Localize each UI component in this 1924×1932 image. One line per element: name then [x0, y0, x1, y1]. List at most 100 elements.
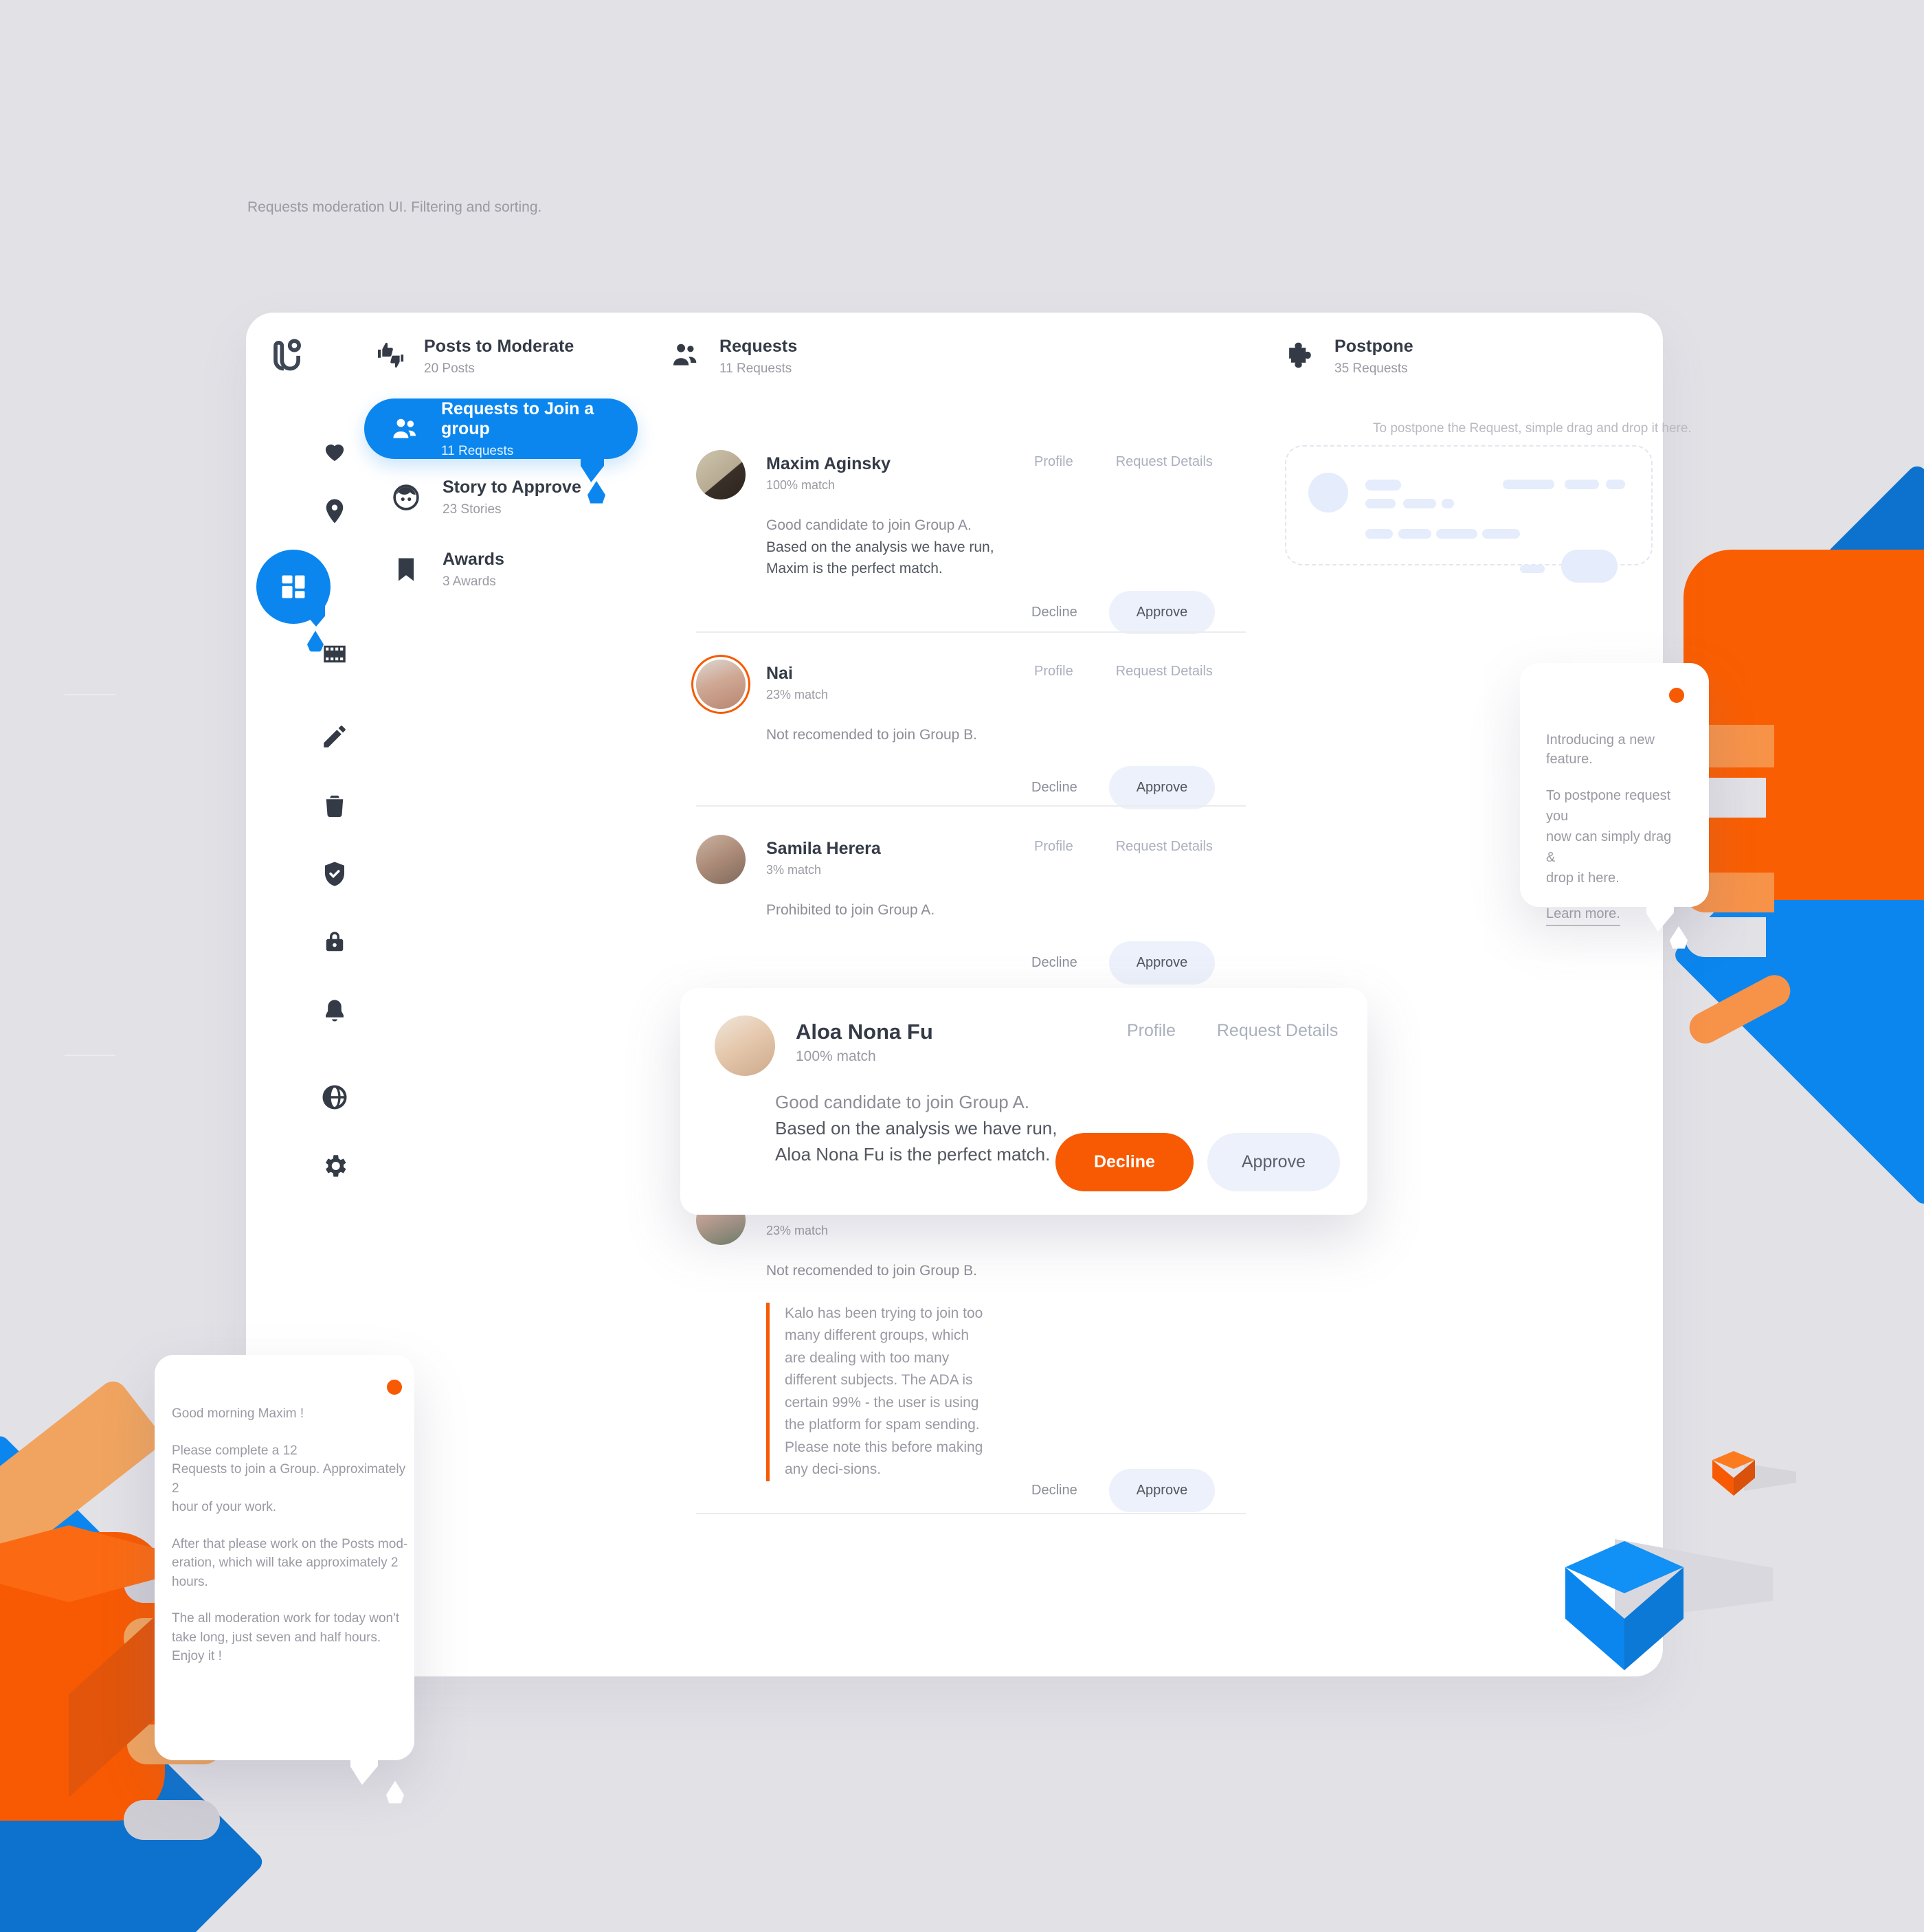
avatar: [696, 835, 746, 884]
pencil-icon: [320, 722, 349, 754]
approve-button[interactable]: Approve: [1108, 591, 1216, 634]
sidebar-item-awards[interactable]: Awards 3 Awards: [364, 550, 504, 589]
greeting-line: hour of your work.: [172, 1500, 277, 1515]
request-body: Not recomended to join Group B.: [766, 724, 1246, 746]
profile-link[interactable]: Profile: [1034, 839, 1073, 855]
request-details-link[interactable]: Request Details: [1116, 839, 1213, 855]
postpone-dropzone[interactable]: [1285, 445, 1653, 583]
greeting-line: Good morning Maxim !: [172, 1406, 304, 1421]
decline-button[interactable]: Decline: [1014, 592, 1095, 633]
people-logo-icon: [265, 337, 307, 383]
tooltip-body-line: To postpone request you: [1546, 788, 1671, 824]
lock-icon: [320, 928, 349, 961]
globe-icon: [320, 1083, 349, 1115]
sidebar-item-story-to-approve[interactable]: Story to Approve 23 Stories: [364, 478, 581, 517]
request-line: Good candidate to join Group A.: [766, 517, 972, 533]
request-line: Not recomended to join Group B.: [766, 727, 978, 743]
request-body: Good candidate to join Group A. Based on…: [775, 1090, 1057, 1168]
sidebar-item-language[interactable]: [246, 1079, 423, 1119]
request-line: Prohibited to join Group A.: [766, 902, 935, 918]
trash-icon: [320, 791, 349, 823]
request-match: 23% match: [766, 688, 829, 701]
sidebar-item-dashboard[interactable]: [256, 550, 331, 652]
greeting-line: Please complete a 12: [172, 1443, 298, 1458]
sidebar-item-requests-to-join[interactable]: Requests to Join a group 11 Requests: [364, 398, 638, 459]
tooltip-drop: [1670, 926, 1688, 949]
decor-finger-3: [1684, 969, 1796, 1049]
profile-link[interactable]: Profile: [1034, 664, 1073, 679]
request-match: 3% match: [766, 863, 822, 877]
profile-link[interactable]: Profile: [1034, 454, 1073, 470]
sidebar-item-delete[interactable]: [246, 787, 423, 827]
greeting-line: eration, which will take approximately 2: [172, 1555, 399, 1571]
decor-orange-hand-right-lower: [1697, 708, 1924, 900]
decline-button[interactable]: Decline: [1014, 943, 1095, 983]
request-name: Maxim Aginsky: [766, 454, 891, 473]
sidebar-item-edit[interactable]: [246, 718, 423, 758]
skeleton-line: [1520, 565, 1545, 573]
request-line: Not recomended to join Group B.: [766, 1263, 978, 1279]
decor-blue-diamond-right: [1671, 702, 1924, 1208]
greeting-line: The all moderation work for today won't: [172, 1611, 400, 1626]
bell-icon: [320, 997, 349, 1029]
decline-button[interactable]: Decline: [1014, 767, 1095, 808]
request-details-link[interactable]: Request Details: [1116, 454, 1213, 470]
sidebar-item-notifications[interactable]: [246, 993, 423, 1033]
nav-item-title: Requests to Join a group: [441, 398, 594, 438]
skeleton-line: [1442, 499, 1454, 508]
approve-button[interactable]: Approve: [1108, 941, 1216, 985]
skeleton-line: [1365, 480, 1401, 491]
skeleton-line: [1398, 529, 1431, 539]
request-details-link[interactable]: Request Details: [1116, 664, 1213, 679]
approve-button[interactable]: Approve: [1207, 1133, 1340, 1191]
greeting-line: hours.: [172, 1574, 208, 1589]
location-pin-icon: [320, 497, 349, 529]
approve-button[interactable]: Approve: [1108, 1469, 1216, 1512]
decor-orange-hand-left: [0, 1532, 165, 1821]
people-icon: [670, 339, 702, 371]
skeleton-line: [1403, 499, 1436, 508]
sidebar-item-media[interactable]: [246, 636, 423, 675]
request-line: Based on the analysis we have run,: [775, 1117, 1058, 1138]
request-row: Maxim Aginsky 100% match Profile Request…: [696, 450, 1246, 634]
request-body: Not recomended to join Group B.: [766, 1260, 1246, 1282]
row-divider: [696, 1513, 1246, 1514]
greeting-line: After that please work on the Posts mod-: [172, 1536, 408, 1551]
request-line: Maxim is the perfect match.: [766, 561, 943, 576]
request-details-link[interactable]: Request Details: [1217, 1021, 1338, 1041]
decor-small-orange-cube: [1712, 1451, 1796, 1501]
tooltip-heading: Introducing a new feature.: [1546, 732, 1655, 767]
request-line: Aloa Nona Fu is the perfect match.: [775, 1143, 1051, 1165]
sidebar-item-settings[interactable]: [246, 1147, 423, 1187]
grid-dashboard-icon: [282, 575, 305, 598]
skeleton-line: [1565, 480, 1599, 489]
learn-more-link[interactable]: Learn more.: [1546, 906, 1620, 926]
column-subtitle: 35 Requests: [1334, 361, 1408, 376]
greeting-line: Enjoy it !: [172, 1649, 222, 1664]
request-match: 23% match: [766, 1224, 829, 1237]
column-header-postpone: Postpone 35 Requests: [1285, 337, 1413, 377]
dropzone-hint: To postpone the Request, simple drag and…: [1373, 421, 1692, 436]
decline-button[interactable]: Decline: [1014, 1470, 1095, 1511]
decline-button[interactable]: Decline: [1055, 1133, 1194, 1191]
column-title: Postpone: [1334, 337, 1413, 356]
skeleton-line: [1365, 499, 1396, 508]
people-icon: [390, 413, 421, 445]
tooltip-body-line: now can simply drag &: [1546, 829, 1672, 865]
skeleton-line: [1482, 529, 1520, 539]
profile-link[interactable]: Profile: [1127, 1021, 1176, 1041]
decor-orange-stripe: [0, 1375, 166, 1661]
sidebar-item-security[interactable]: [246, 855, 423, 895]
status-dot: [387, 1380, 402, 1395]
nav-item-subtitle: 23 Stories: [443, 502, 502, 517]
rail-divider-2: [65, 1055, 115, 1056]
request-row: Kalo 23% match Profile Request Details N…: [696, 1195, 1246, 1512]
skeleton-line: [1365, 529, 1393, 539]
request-body: Prohibited to join Group A.: [766, 899, 1246, 921]
column-header-requests: Requests 11 Requests: [670, 337, 797, 377]
greeting-drop: [386, 1781, 404, 1804]
skeleton-line: [1503, 480, 1554, 489]
approve-button[interactable]: Approve: [1108, 766, 1216, 809]
sidebar-item-privacy[interactable]: [246, 924, 423, 964]
decor-blue-diamond-top: [1713, 462, 1924, 870]
